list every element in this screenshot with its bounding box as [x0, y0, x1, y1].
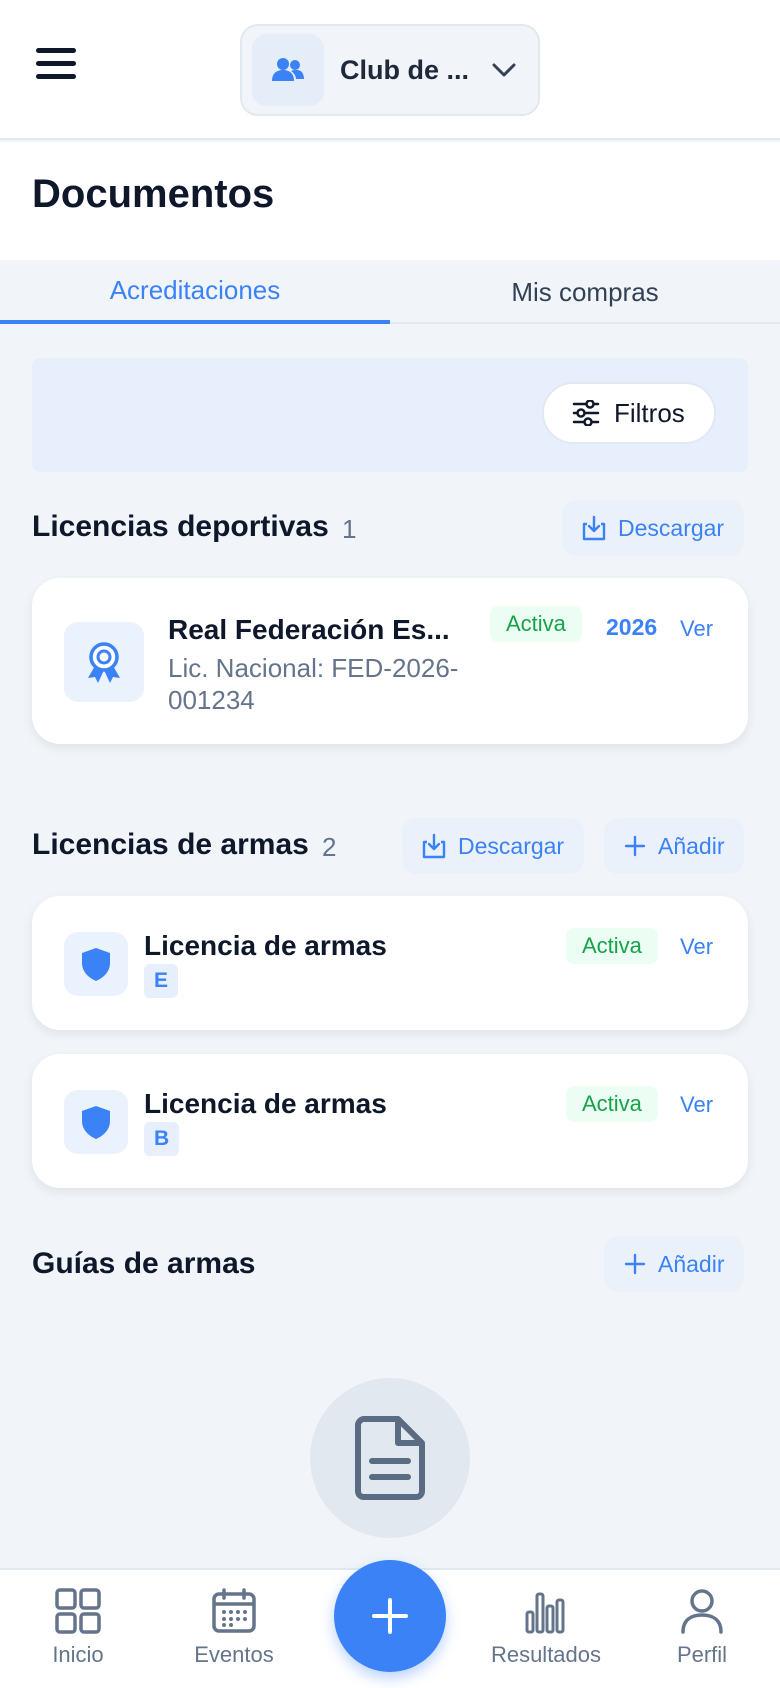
- grid-icon: [55, 1588, 101, 1634]
- club-name: Club de ...: [340, 54, 470, 85]
- tab-mis-compras[interactable]: Mis compras: [390, 260, 780, 324]
- nav-inicio[interactable]: Inicio: [18, 1588, 138, 1668]
- status-badge: Activa: [566, 1086, 658, 1122]
- page-title: Documentos: [32, 172, 275, 216]
- document-icon: [355, 1416, 425, 1500]
- sports-license-card[interactable]: Real Federación Es... Lic. Nacional: FED…: [32, 578, 748, 744]
- section-title-weapon-guides: Guías de armas: [32, 1247, 256, 1280]
- plus-icon: [372, 1598, 408, 1634]
- card-title: Licencia de armas: [144, 1088, 387, 1119]
- bar-chart-icon: [525, 1592, 565, 1634]
- users-icon: [252, 34, 324, 106]
- plus-icon: [624, 1253, 646, 1275]
- download-sports-licenses-button[interactable]: Descargar: [562, 500, 745, 556]
- user-icon: [681, 1589, 723, 1634]
- filters-button[interactable]: Filtros: [542, 382, 716, 444]
- weapon-license-card[interactable]: Licencia de armas B Activa Ver: [32, 1054, 748, 1188]
- calendar-icon: [212, 1588, 256, 1633]
- view-link[interactable]: Ver: [680, 1092, 713, 1118]
- download-label: Descargar: [458, 832, 565, 859]
- add-label: Añadir: [658, 832, 725, 859]
- tab-bar: Acreditaciones Mis compras: [0, 260, 780, 324]
- nav-resultados[interactable]: Resultados: [486, 1588, 606, 1668]
- nav-perfil[interactable]: Perfil: [642, 1588, 762, 1668]
- shield-icon: [64, 932, 128, 996]
- card-subtitle: Lic. Nacional: FED-2026-001234: [168, 653, 459, 715]
- nav-label: Eventos: [194, 1642, 274, 1667]
- status-badge: Activa: [490, 606, 582, 642]
- chevron-down-icon: [492, 63, 516, 77]
- card-title: Real Federación Es...: [168, 614, 450, 645]
- download-icon: [582, 515, 606, 541]
- license-class-badge: B: [144, 1122, 180, 1156]
- award-icon: [64, 622, 144, 702]
- view-link[interactable]: Ver: [680, 934, 713, 960]
- section-title-weapon-licenses: Licencias de armas: [32, 828, 309, 861]
- menu-button[interactable]: [36, 48, 84, 92]
- filters-label: Filtros: [614, 397, 685, 428]
- status-badge: Activa: [566, 928, 658, 964]
- weapon-license-card[interactable]: Licencia de armas E Activa Ver: [32, 896, 748, 1030]
- card-title: Licencia de armas: [144, 930, 387, 961]
- download-label: Descargar: [618, 514, 725, 541]
- license-year: 2026: [606, 614, 658, 640]
- add-weapon-license-button[interactable]: Añadir: [604, 818, 745, 874]
- section-title-sports-licenses: Licencias deportivas: [32, 510, 329, 543]
- license-class-badge: E: [144, 964, 179, 998]
- add-weapon-guide-button[interactable]: Añadir: [604, 1236, 745, 1292]
- add-fab-button[interactable]: [334, 1560, 446, 1672]
- tab-acreditaciones[interactable]: Acreditaciones: [0, 260, 390, 324]
- section-count-sports-licenses: 1: [342, 514, 357, 544]
- nav-label: Perfil: [676, 1642, 728, 1667]
- nav-label: Inicio: [52, 1642, 104, 1667]
- club-selector[interactable]: Club de ...: [240, 24, 540, 116]
- shield-icon: [64, 1090, 128, 1154]
- download-icon: [422, 833, 446, 859]
- empty-state: [310, 1378, 470, 1538]
- nav-label: Resultados: [490, 1642, 602, 1667]
- add-label: Añadir: [658, 1250, 725, 1277]
- sliders-icon: [572, 400, 600, 426]
- nav-eventos[interactable]: Eventos: [174, 1588, 294, 1668]
- download-weapon-licenses-button[interactable]: Descargar: [402, 818, 585, 874]
- hamburger-icon: [36, 48, 84, 79]
- plus-icon: [624, 835, 646, 857]
- section-count-weapon-licenses: 2: [322, 832, 337, 862]
- view-link[interactable]: Ver: [680, 616, 713, 642]
